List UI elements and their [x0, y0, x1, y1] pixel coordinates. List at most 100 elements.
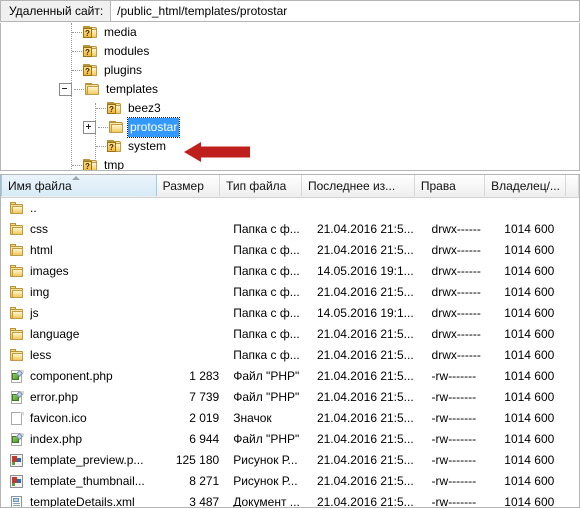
file-size-label: 7 739	[189, 390, 220, 404]
table-row[interactable]: component.php 1 283 Файл "PHP" 21.04.2016 2…	[1, 366, 579, 387]
column-header-label: Имя файла	[8, 178, 72, 193]
table-row[interactable]: html Папка с ф... 21.04.2016 21:5... drwx--…	[1, 240, 579, 261]
cell-owner: 1014 600	[496, 408, 579, 429]
tree-item[interactable]: templates	[1, 80, 579, 99]
column-header-label: Тип файла	[226, 178, 287, 193]
file-date-label: 21.04.2016 21:5...	[316, 432, 414, 446]
table-row[interactable]: templateDetails.xml 3 487 Документ ... 21.0…	[1, 492, 579, 508]
file-name-label: index.php	[30, 432, 83, 446]
directory-tree: ? media? modules? plugins templates? beez3 pro…	[1, 23, 579, 170]
cell-type: Папка с ф...	[225, 282, 309, 303]
cell-permissions: -rw-------	[425, 408, 497, 429]
file-owner-label: 1014 600	[504, 327, 555, 341]
tree-item[interactable]: protostar	[1, 117, 579, 138]
column-header-perm[interactable]: Права	[415, 175, 486, 196]
file-name-label: less	[30, 348, 52, 362]
cell-owner: 1014 600	[496, 345, 579, 366]
file-date-label: 21.04.2016 21:5...	[316, 495, 414, 508]
column-header-type[interactable]: Тип файла	[220, 175, 302, 196]
folder-icon	[9, 327, 25, 342]
cell-type: Документ ...	[225, 492, 309, 507]
cell-date: 21.04.2016 21:5...	[309, 282, 425, 303]
table-row[interactable]: template_preview.p... 125 180 Рисунок Р...…	[1, 450, 579, 471]
file-date-label: 21.04.2016 21:5...	[316, 474, 414, 488]
table-row[interactable]: favicon.ico 2 019 Значок 21.04.2016 21:5...…	[1, 408, 579, 429]
cell-size: 2 019	[160, 408, 225, 429]
tree-item[interactable]: ? modules	[1, 42, 579, 61]
cell-date: 21.04.2016 21:5...	[309, 408, 425, 429]
column-header-name[interactable]: Имя файла	[1, 175, 157, 196]
table-row[interactable]: css Папка с ф... 21.04.2016 21:5... drwx---…	[1, 219, 579, 240]
tree-connector	[72, 69, 82, 72]
file-date-label: 21.04.2016 21:5...	[316, 453, 414, 467]
cell-name: js	[1, 303, 160, 324]
cell-type: Папка с ф...	[225, 219, 309, 240]
table-row[interactable]: img Папка с ф... 21.04.2016 21:5... drwx---…	[1, 282, 579, 303]
file-owner-label: 1014 600	[504, 474, 555, 488]
cell-type: Файл "PHP"	[225, 366, 309, 387]
file-name-label: html	[30, 243, 53, 257]
cell-date: 21.04.2016 21:5...	[309, 366, 425, 387]
file-permissions-label: drwx------	[431, 306, 481, 320]
tree-guide-line	[71, 23, 72, 170]
cell-owner: 1014 600	[496, 240, 579, 261]
table-row[interactable]: js Папка с ф... 14.05.2016 19:1... drwx----…	[1, 303, 579, 324]
php-file-icon	[9, 432, 25, 447]
cell-name: template_preview.p...	[1, 450, 160, 471]
column-header-date[interactable]: Последнее из...	[302, 175, 415, 196]
tree-item[interactable]: ? beez3	[1, 99, 579, 118]
blank-file-icon	[9, 411, 25, 426]
tree-item[interactable]: ? media	[1, 23, 579, 42]
file-type-label: Папка с ф...	[233, 327, 300, 341]
sort-ascending-icon	[72, 176, 80, 180]
cell-size: 125 180	[160, 450, 225, 471]
table-row[interactable]: ..	[1, 198, 579, 219]
folder-icon	[9, 201, 25, 216]
column-header-size[interactable]: Размер	[157, 175, 221, 196]
cell-name: index.php	[1, 429, 160, 450]
cell-name: img	[1, 282, 160, 303]
tree-connector	[74, 88, 84, 91]
file-type-label: Папка с ф...	[233, 306, 300, 320]
cell-permissions: -rw-------	[425, 366, 497, 387]
file-name-label: component.php	[30, 369, 113, 383]
tree-item[interactable]: ? plugins	[1, 61, 579, 80]
cell-permissions: drwx------	[425, 324, 497, 345]
file-owner-label: 1014 600	[504, 369, 555, 383]
folder-icon	[9, 348, 25, 363]
cell-name: html	[1, 240, 160, 261]
directory-tree-panel[interactable]: ? media? modules? plugins templates? beez3 pro…	[0, 23, 580, 171]
table-row[interactable]: template_thumbnail... 8 271 Рисунок Р... 21…	[1, 471, 579, 492]
file-permissions-label: -rw-------	[431, 411, 477, 425]
cell-size: 7 739	[160, 387, 225, 408]
cell-type: Файл "PHP"	[225, 429, 309, 450]
file-date-label: 14.05.2016 19:1...	[316, 264, 414, 278]
xml-file-icon	[9, 495, 25, 507]
tree-item-label: modules	[104, 44, 150, 58]
cell-date: 14.05.2016 19:1...	[309, 303, 425, 324]
table-row[interactable]: language Папка с ф... 21.04.2016 21:5... dr…	[1, 324, 579, 345]
tree-item[interactable]: ? tmp	[1, 156, 579, 170]
cell-owner: 1014 600	[496, 219, 579, 240]
folder-question-icon: ?	[83, 26, 98, 39]
column-header-filler	[566, 175, 579, 196]
file-date-label: 21.04.2016 21:5...	[316, 390, 414, 404]
table-row[interactable]: index.php 6 944 Файл "PHP" 21.04.2016 21:5.…	[1, 429, 579, 450]
file-name-label: favicon.ico	[30, 411, 87, 425]
file-date-label: 21.04.2016 21:5...	[316, 243, 414, 257]
file-name-label: js	[30, 306, 39, 320]
table-row[interactable]: error.php 7 739 Файл "PHP" 21.04.2016 21:5.…	[1, 387, 579, 408]
cell-owner: 1014 600	[496, 492, 579, 507]
file-name-label: css	[30, 222, 48, 236]
file-date-label: 21.04.2016 21:5...	[316, 285, 414, 299]
cell-date: 21.04.2016 21:5...	[309, 240, 425, 261]
remote-path-input[interactable]: /public_html/templates/protostar	[111, 0, 580, 22]
column-header-owner[interactable]: Владелец/...	[485, 175, 566, 196]
tree-item[interactable]: ? system	[1, 137, 579, 156]
remote-site-label: Удаленный сайт:	[0, 0, 112, 22]
file-list-panel[interactable]: Имя файла Размер Тип файла Последнее из... П…	[0, 174, 580, 508]
table-row[interactable]: images Папка с ф... 14.05.2016 19:1... drwx…	[1, 261, 579, 282]
table-row[interactable]: less Папка с ф... 21.04.2016 21:5... drwx--…	[1, 345, 579, 366]
cell-date: 14.05.2016 19:1...	[309, 261, 425, 282]
file-type-label: Файл "PHP"	[233, 369, 300, 383]
